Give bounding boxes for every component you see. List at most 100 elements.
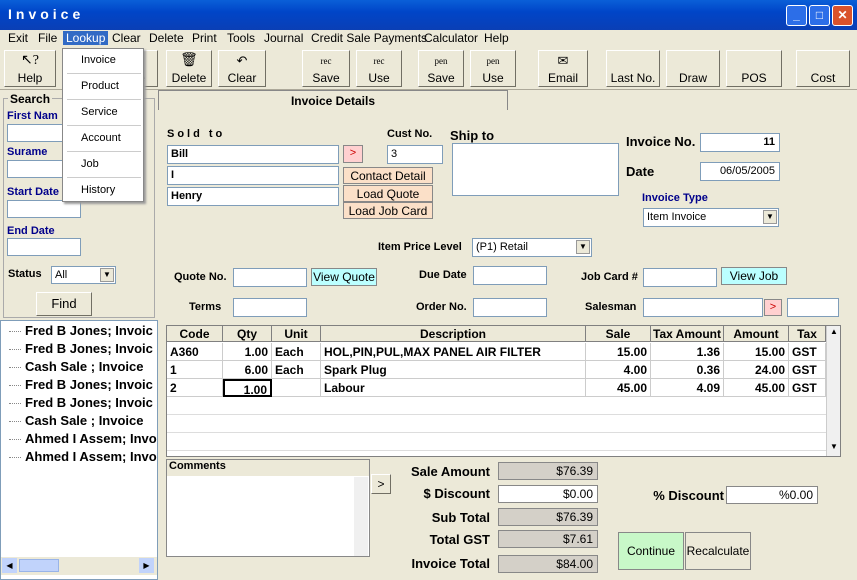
pen-save-button[interactable]: pen Save <box>418 50 464 87</box>
cell-sale[interactable]: 4.00 <box>586 361 651 379</box>
tree-item[interactable]: Cash Sale ; Invoice <box>9 413 157 428</box>
scroll-thumb[interactable] <box>19 559 59 572</box>
sold-to-line3[interactable]: Henry <box>167 187 339 206</box>
cell-unit[interactable] <box>272 379 321 397</box>
help-button[interactable]: ↖? Help <box>4 50 56 87</box>
order-no-input[interactable] <box>473 298 547 317</box>
col-tax-amount[interactable]: Tax Amount <box>651 326 724 342</box>
col-unit[interactable]: Unit <box>272 326 321 342</box>
cell-code[interactable]: 2 <box>167 379 223 397</box>
tree-item[interactable]: Fred B Jones; Invoic <box>9 377 157 392</box>
pos-button[interactable]: POS <box>726 50 782 87</box>
close-icon[interactable]: ✕ <box>832 5 853 26</box>
salesman-arrow-button[interactable]: > <box>764 299 782 316</box>
cell-tax[interactable]: GST <box>789 343 826 361</box>
contact-detail-button[interactable]: Contact Detail <box>343 167 433 184</box>
menu-help[interactable]: Help <box>484 31 509 45</box>
terms-input[interactable] <box>233 298 307 317</box>
tree-item[interactable]: Fred B Jones; Invoic <box>9 323 157 338</box>
cell-sale[interactable]: 45.00 <box>586 379 651 397</box>
cell-description[interactable]: Labour <box>321 379 586 397</box>
lookup-history[interactable]: History <box>81 184 115 196</box>
quote-no-input[interactable] <box>233 268 307 287</box>
start-date-input[interactable] <box>7 200 81 218</box>
menu-tools[interactable]: Tools <box>227 31 255 45</box>
recalculate-button[interactable]: Recalculate <box>685 532 751 570</box>
invoice-no-input[interactable]: 11 <box>700 133 780 152</box>
lookup-account[interactable]: Account <box>81 132 121 144</box>
vertical-scrollbar[interactable]: ▲ ▼ <box>826 326 840 456</box>
invoice-type-select[interactable]: Item Invoice ▼ <box>643 208 779 227</box>
cell-qty[interactable]: 1.00 <box>223 343 272 361</box>
scroll-down-icon[interactable]: ▼ <box>828 442 840 454</box>
ship-to-input[interactable] <box>452 143 619 196</box>
lookup-invoice[interactable]: Invoice <box>81 54 116 66</box>
find-button[interactable]: Find <box>36 292 92 316</box>
tree-item[interactable]: Fred B Jones; Invoic <box>9 395 157 410</box>
view-job-button[interactable]: View Job <box>721 267 787 285</box>
cell-code[interactable]: 1 <box>167 361 223 379</box>
load-job-card-button[interactable]: Load Job Card <box>343 202 433 219</box>
comments-arrow-button[interactable]: > <box>371 474 391 494</box>
tree-item[interactable]: Cash Sale ; Invoice <box>9 359 157 374</box>
salesman-extra-input[interactable] <box>787 298 839 317</box>
cell-amount[interactable]: 15.00 <box>724 343 789 361</box>
col-description[interactable]: Description <box>321 326 586 342</box>
menu-journal[interactable]: Journal <box>264 31 303 45</box>
sold-to-line1[interactable]: Bill <box>167 145 339 164</box>
menu-credit-sale-payments[interactable]: Credit Sale Payments <box>311 31 427 45</box>
status-select[interactable]: All ▼ <box>51 266 116 284</box>
scroll-up-icon[interactable]: ▲ <box>828 327 840 339</box>
minimize-icon[interactable]: _ <box>786 5 807 26</box>
cell-tax[interactable]: GST <box>789 361 826 379</box>
scroll-left-icon[interactable]: ◀ <box>2 558 17 573</box>
col-code[interactable]: Code <box>167 326 223 342</box>
rec-save-button[interactable]: rec Save <box>302 50 350 87</box>
first-name-input[interactable] <box>7 124 67 142</box>
cust-no-input[interactable]: 3 <box>387 145 443 164</box>
menu-print[interactable]: Print <box>192 31 217 45</box>
clear-button[interactable]: ↶ Clear <box>218 50 266 87</box>
menu-exit[interactable]: Exit <box>8 31 28 45</box>
cell-unit[interactable]: Each <box>272 361 321 379</box>
tree-item[interactable]: Fred B Jones; Invoic <box>9 341 157 356</box>
delete-button[interactable]: 🗑 Delete <box>166 50 212 87</box>
lookup-product[interactable]: Product <box>81 80 119 92</box>
sold-to-arrow-button[interactable]: > <box>343 145 363 163</box>
col-amount[interactable]: Amount <box>724 326 789 342</box>
due-date-input[interactable] <box>473 266 547 285</box>
cell-tax-amount[interactable]: 0.36 <box>651 361 724 379</box>
menu-delete[interactable]: Delete <box>149 31 184 45</box>
horizontal-scrollbar[interactable]: ◀ ▶ <box>1 557 157 575</box>
maximize-icon[interactable]: □ <box>809 5 830 26</box>
menu-calculator[interactable]: Calculator <box>424 31 478 45</box>
cell-amount[interactable]: 45.00 <box>724 379 789 397</box>
pct-discount-input[interactable]: %0.00 <box>726 486 818 504</box>
lookup-job[interactable]: Job <box>81 158 99 170</box>
cell-description[interactable]: HOL,PIN,PUL,MAX PANEL AIR FILTER <box>321 343 586 361</box>
last-no-button[interactable]: Last No. <box>606 50 660 87</box>
cell-sale[interactable]: 15.00 <box>586 343 651 361</box>
date-input[interactable]: 06/05/2005 <box>700 162 780 181</box>
cell-amount[interactable]: 24.00 <box>724 361 789 379</box>
scroll-right-icon[interactable]: ▶ <box>139 558 154 573</box>
cell-unit[interactable]: Each <box>272 343 321 361</box>
surname-input[interactable] <box>7 160 67 178</box>
menu-file[interactable]: File <box>38 31 57 45</box>
lookup-service[interactable]: Service <box>81 106 118 118</box>
cell-tax[interactable]: GST <box>789 379 826 397</box>
cell-tax-amount[interactable]: 4.09 <box>651 379 724 397</box>
pen-use-button[interactable]: pen Use <box>470 50 516 87</box>
comments-scrollbar[interactable] <box>354 477 368 556</box>
rec-use-button[interactable]: rec Use <box>356 50 402 87</box>
col-tax[interactable]: Tax <box>789 326 826 342</box>
continue-button[interactable]: Continue <box>618 532 684 570</box>
tree-item[interactable]: Ahmed I Assem; Invo <box>9 449 157 464</box>
cell-qty-active[interactable]: 1.00 <box>223 379 272 397</box>
col-qty[interactable]: Qty <box>223 326 272 342</box>
salesman-input[interactable] <box>643 298 763 317</box>
cost-button[interactable]: Cost <box>796 50 850 87</box>
comments-box[interactable]: Comments <box>166 459 370 557</box>
col-sale[interactable]: Sale <box>586 326 651 342</box>
job-card-input[interactable] <box>643 268 717 287</box>
